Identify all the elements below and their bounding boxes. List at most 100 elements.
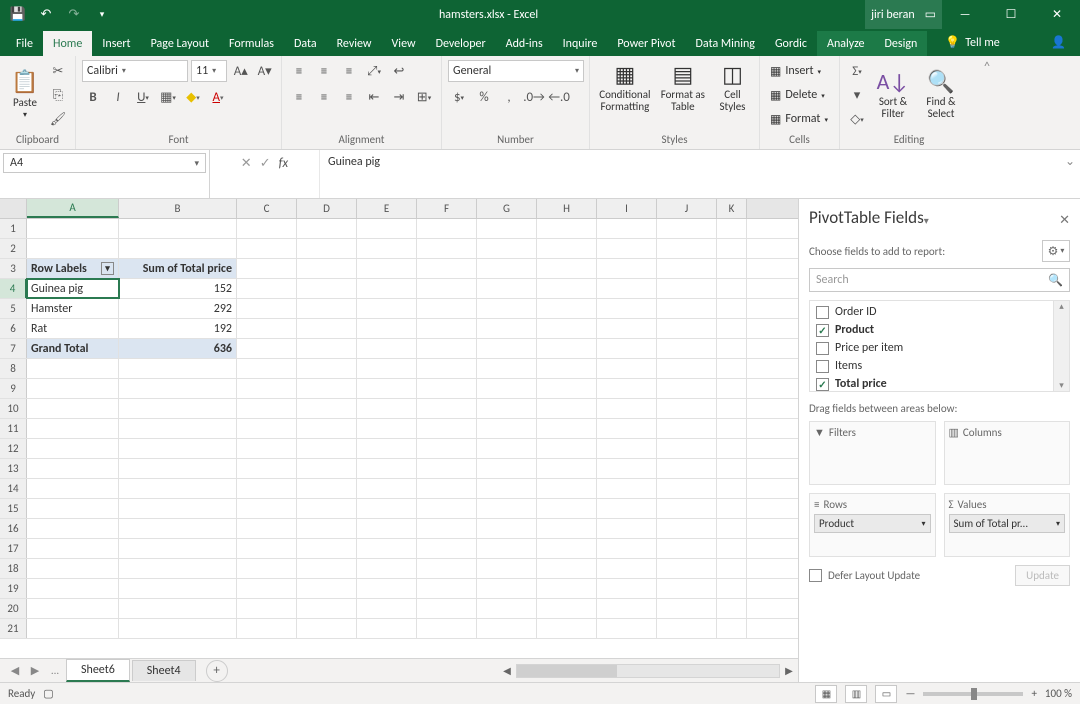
row-header[interactable]: 12	[0, 439, 27, 458]
cell[interactable]	[657, 339, 717, 358]
cell[interactable]	[297, 579, 357, 598]
sheets-overflow[interactable]: ...	[46, 664, 64, 677]
cell[interactable]	[297, 379, 357, 398]
scroll-left-icon[interactable]: ◀	[498, 664, 516, 677]
column-header[interactable]: B	[119, 199, 237, 218]
sheet-tab-active[interactable]: Sheet6	[66, 659, 130, 682]
cell[interactable]	[537, 559, 597, 578]
cell[interactable]	[657, 559, 717, 578]
cell[interactable]	[537, 219, 597, 238]
save-icon[interactable]: 💾	[8, 5, 28, 25]
tab-addins[interactable]: Add-ins	[496, 31, 553, 56]
hscroll-thumb[interactable]	[517, 665, 617, 677]
cell[interactable]	[597, 259, 657, 278]
cell[interactable]	[477, 619, 537, 638]
field-item[interactable]: ✓Product	[810, 321, 1053, 339]
expand-formula-bar-icon[interactable]: ⌄	[1060, 150, 1080, 198]
cell[interactable]	[119, 539, 237, 558]
pane-close-icon[interactable]: ✕	[1059, 213, 1070, 228]
enter-formula-icon[interactable]: ✓	[260, 156, 271, 171]
cell[interactable]	[717, 419, 747, 438]
align-middle-icon[interactable]: ≡	[313, 60, 335, 82]
update-button[interactable]: Update	[1015, 565, 1070, 586]
cell[interactable]	[237, 399, 297, 418]
cell[interactable]	[717, 319, 747, 338]
merge-icon[interactable]: ⊞▾	[413, 86, 435, 108]
cell[interactable]	[537, 599, 597, 618]
field-checkbox[interactable]	[816, 306, 829, 319]
cell[interactable]	[357, 519, 417, 538]
cell[interactable]	[237, 439, 297, 458]
cell[interactable]	[297, 519, 357, 538]
align-left-icon[interactable]: ≡	[288, 86, 310, 108]
cell[interactable]	[417, 539, 477, 558]
cell[interactable]	[297, 439, 357, 458]
cell[interactable]	[717, 599, 747, 618]
cell[interactable]	[297, 419, 357, 438]
cell[interactable]	[237, 279, 297, 298]
tab-insert[interactable]: Insert	[92, 31, 140, 56]
cell[interactable]	[119, 379, 237, 398]
cell[interactable]	[537, 419, 597, 438]
cell[interactable]	[537, 539, 597, 558]
field-item[interactable]: Items	[810, 357, 1053, 375]
cell[interactable]	[597, 299, 657, 318]
cell[interactable]	[27, 479, 119, 498]
cell[interactable]	[357, 559, 417, 578]
cell[interactable]	[537, 619, 597, 638]
close-button[interactable]: ✕	[1034, 0, 1080, 29]
zoom-slider[interactable]	[923, 692, 1023, 696]
field-list-scrollbar[interactable]: ▴▾	[1054, 300, 1070, 392]
row-header[interactable]: 11	[0, 419, 27, 438]
format-painter-icon[interactable]: 🖌	[47, 108, 69, 130]
cell[interactable]	[477, 419, 537, 438]
values-item[interactable]: Sum of Total pr...▾	[949, 514, 1066, 533]
row-header[interactable]: 20	[0, 599, 27, 618]
pivot-values-header[interactable]: Sum of Total price	[119, 259, 237, 278]
cell[interactable]	[537, 279, 597, 298]
cell[interactable]	[237, 619, 297, 638]
row-header[interactable]: 9	[0, 379, 27, 398]
field-search[interactable]: Search 🔍	[809, 268, 1070, 292]
column-header[interactable]: J	[657, 199, 717, 218]
decrease-indent-icon[interactable]: ⇤	[363, 86, 385, 108]
cell[interactable]	[657, 479, 717, 498]
pivot-grand-total-value[interactable]: 636	[119, 339, 237, 358]
field-checkbox[interactable]: ✓	[816, 324, 829, 337]
cell[interactable]	[357, 239, 417, 258]
cell[interactable]	[417, 599, 477, 618]
cell[interactable]	[417, 279, 477, 298]
cell[interactable]	[119, 519, 237, 538]
cell[interactable]	[657, 319, 717, 338]
cell[interactable]	[27, 379, 119, 398]
tab-data-mining[interactable]: Data Mining	[686, 31, 765, 56]
row-header[interactable]: 4	[0, 279, 27, 298]
cell[interactable]	[297, 259, 357, 278]
cell[interactable]	[477, 499, 537, 518]
row-header[interactable]: 3	[0, 259, 27, 278]
tab-inquire[interactable]: Inquire	[553, 31, 608, 56]
cell[interactable]	[717, 259, 747, 278]
cell[interactable]	[417, 319, 477, 338]
cell[interactable]	[357, 579, 417, 598]
cell[interactable]	[119, 399, 237, 418]
cell[interactable]	[477, 319, 537, 338]
cell[interactable]	[717, 219, 747, 238]
field-checkbox[interactable]	[816, 360, 829, 373]
columns-area[interactable]: ▥Columns	[944, 421, 1071, 485]
cell[interactable]	[597, 559, 657, 578]
page-layout-view-button[interactable]: ▥	[845, 685, 867, 703]
cell[interactable]	[477, 399, 537, 418]
cell[interactable]	[357, 279, 417, 298]
cell[interactable]	[537, 379, 597, 398]
cell[interactable]	[27, 459, 119, 478]
cell[interactable]	[297, 299, 357, 318]
autosum-icon[interactable]: Σ▾	[846, 60, 868, 82]
tab-power-pivot[interactable]: Power Pivot	[607, 31, 685, 56]
cell[interactable]	[417, 559, 477, 578]
cell[interactable]	[657, 459, 717, 478]
cell[interactable]	[537, 479, 597, 498]
cell[interactable]	[537, 299, 597, 318]
column-header[interactable]: A	[27, 199, 119, 218]
bold-button[interactable]: B	[82, 86, 104, 108]
